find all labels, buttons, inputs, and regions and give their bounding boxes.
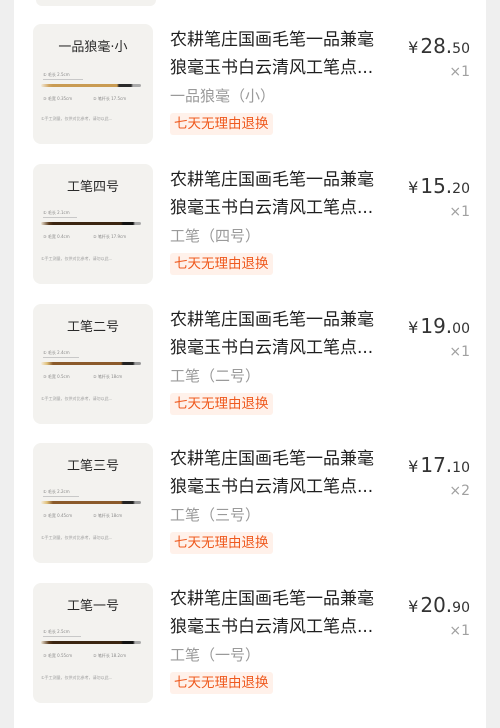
product-variant: 工笔（四号） bbox=[170, 227, 261, 245]
order-item[interactable]: 工笔一号 ① 毛长 2.5cm ③ 毛宽 0.55cm ② 笔杆长 18.2cm… bbox=[14, 583, 486, 703]
thumbnail-title: 工笔二号 bbox=[66, 320, 119, 335]
currency-symbol: ¥ bbox=[408, 597, 419, 616]
spec-label-shaft-length: ② 笔杆长 18cm bbox=[93, 513, 123, 518]
item-price: ¥20.90 bbox=[408, 593, 470, 617]
product-title-line: 狼毫玉书白云清风工笔点... bbox=[170, 58, 374, 78]
spec-label-width: ③ 毛宽 0.4cm bbox=[43, 234, 70, 239]
brush-image bbox=[41, 641, 141, 644]
spec-label-width: ③ 毛宽 0.45cm bbox=[43, 513, 73, 518]
return-policy-badge: 七天无理由退换 bbox=[170, 253, 273, 275]
thumbnail-note: ①手工测量，仅供对比参考，请勿以此... bbox=[41, 396, 113, 401]
spec-label-hair-length: ① 毛长 2.5cm bbox=[43, 629, 70, 634]
product-title[interactable]: 农耕笔庄国画毛笔一品兼毫 狼毫玉书白云清风工笔点... bbox=[170, 445, 394, 501]
product-title-line: 狼毫玉书白云清风工笔点... bbox=[170, 198, 374, 218]
brush-image bbox=[41, 84, 141, 87]
thumbnail-title: 工笔四号 bbox=[66, 180, 119, 195]
product-title[interactable]: 农耕笔庄国画毛笔一品兼毫 狼毫玉书白云清风工笔点... bbox=[170, 26, 394, 82]
item-quantity: ×1 bbox=[449, 64, 470, 80]
spec-label-hair-length: ① 毛长 2.5cm bbox=[43, 72, 70, 77]
spec-label-shaft-length: ② 笔杆长 17.5cm bbox=[93, 96, 127, 101]
return-policy-badge: 七天无理由退换 bbox=[170, 672, 273, 694]
product-thumbnail[interactable]: 一品狼毫·小 ① 毛长 2.5cm ③ 毛宽 0.35cm ② 笔杆长 17.5… bbox=[33, 24, 153, 144]
product-title-line: 狼毫玉书白云清风工笔点... bbox=[170, 477, 374, 497]
price-integer: 19. bbox=[420, 314, 453, 338]
item-price: ¥17.10 bbox=[408, 453, 470, 477]
spec-label-shaft-length: ② 笔杆长 18cm bbox=[93, 374, 123, 379]
product-title[interactable]: 农耕笔庄国画毛笔一品兼毫 狼毫玉书白云清风工笔点... bbox=[170, 306, 394, 362]
return-policy-badge: 七天无理由退换 bbox=[170, 393, 273, 415]
item-price: ¥19.00 bbox=[408, 314, 470, 338]
product-thumbnail[interactable]: 工笔三号 ① 毛长 2.2cm ③ 毛宽 0.45cm ② 笔杆长 18cm ①… bbox=[33, 443, 153, 563]
brush-image bbox=[41, 362, 141, 365]
spec-measure-line bbox=[43, 217, 77, 218]
price-decimal: 50 bbox=[452, 41, 470, 57]
spec-label-hair-length: ① 毛长 2.2cm bbox=[43, 489, 70, 494]
item-quantity: ×1 bbox=[449, 623, 470, 639]
product-thumbnail[interactable]: 工笔一号 ① 毛长 2.5cm ③ 毛宽 0.55cm ② 笔杆长 18.2cm… bbox=[33, 583, 153, 703]
currency-symbol: ¥ bbox=[408, 457, 419, 476]
product-title-line: 农耕笔庄国画毛笔一品兼毫 bbox=[170, 589, 374, 609]
currency-symbol: ¥ bbox=[408, 38, 419, 57]
spec-measure-line bbox=[43, 496, 79, 497]
product-title-line: 农耕笔庄国画毛笔一品兼毫 bbox=[170, 310, 374, 330]
product-title[interactable]: 农耕笔庄国画毛笔一品兼毫 狼毫玉书白云清风工笔点... bbox=[170, 166, 394, 222]
item-price: ¥28.50 bbox=[408, 34, 470, 58]
price-decimal: 00 bbox=[452, 321, 470, 337]
price-decimal: 90 bbox=[452, 600, 470, 616]
product-variant: 工笔（一号） bbox=[170, 646, 261, 664]
spec-label-width: ③ 毛宽 0.5cm bbox=[43, 374, 70, 379]
spec-label-width: ③ 毛宽 0.55cm bbox=[43, 653, 73, 658]
spec-label-width: ③ 毛宽 0.35cm bbox=[43, 96, 73, 101]
product-thumbnail[interactable]: 工笔二号 ① 毛长 2.4cm ③ 毛宽 0.5cm ② 笔杆长 18cm ①手… bbox=[33, 304, 153, 424]
spec-label-hair-length: ① 毛长 2.4cm bbox=[43, 350, 70, 355]
price-integer: 15. bbox=[420, 174, 453, 198]
product-title[interactable]: 农耕笔庄国画毛笔一品兼毫 狼毫玉书白云清风工笔点... bbox=[170, 585, 394, 641]
thumbnail-title: 一品狼毫·小 bbox=[58, 40, 128, 55]
spec-label-shaft-length: ② 笔杆长 17.9cm bbox=[93, 234, 127, 239]
brush-image bbox=[41, 222, 141, 225]
thumbnail-title: 工笔一号 bbox=[66, 599, 119, 614]
spec-label-hair-length: ① 毛长 2.1cm bbox=[43, 210, 70, 215]
currency-symbol: ¥ bbox=[408, 178, 419, 197]
price-decimal: 20 bbox=[452, 181, 470, 197]
order-item[interactable]: 工笔四号 ① 毛长 2.1cm ③ 毛宽 0.4cm ② 笔杆长 17.9cm … bbox=[14, 164, 486, 284]
price-integer: 28. bbox=[420, 34, 453, 58]
product-title-line: 农耕笔庄国画毛笔一品兼毫 bbox=[170, 449, 374, 469]
price-integer: 17. bbox=[420, 453, 453, 477]
spec-measure-line bbox=[43, 636, 81, 637]
order-item[interactable]: 一品狼毫·小 ① 毛长 2.5cm ③ 毛宽 0.35cm ② 笔杆长 17.5… bbox=[14, 24, 486, 144]
product-variant: 工笔（二号） bbox=[170, 367, 261, 385]
order-item[interactable]: 工笔三号 ① 毛长 2.2cm ③ 毛宽 0.45cm ② 笔杆长 18cm ①… bbox=[14, 443, 486, 563]
price-integer: 20. bbox=[420, 593, 453, 617]
price-decimal: 10 bbox=[452, 460, 470, 476]
order-items-card: 一品狼毫·小 ① 毛长 2.5cm ③ 毛宽 0.35cm ② 笔杆长 17.5… bbox=[14, 0, 486, 728]
thumbnail-note: ①手工测量，仅供对比参考，请勿以此... bbox=[41, 535, 113, 540]
brush-image bbox=[41, 501, 141, 504]
item-quantity: ×2 bbox=[449, 483, 470, 499]
thumbnail-title: 工笔三号 bbox=[66, 459, 119, 474]
item-price: ¥15.20 bbox=[408, 174, 470, 198]
order-item[interactable]: 工笔二号 ① 毛长 2.4cm ③ 毛宽 0.5cm ② 笔杆长 18cm ①手… bbox=[14, 304, 486, 424]
previous-item-thumbnail-edge bbox=[36, 0, 156, 6]
product-title-line: 农耕笔庄国画毛笔一品兼毫 bbox=[170, 30, 374, 50]
thumbnail-note: ①手工测量，仅供对比参考，请勿以此... bbox=[41, 116, 113, 121]
spec-measure-line bbox=[43, 357, 79, 358]
thumbnail-note: ①手工测量，仅供对比参考，请勿以此... bbox=[41, 256, 113, 261]
product-title-line: 农耕笔庄国画毛笔一品兼毫 bbox=[170, 170, 374, 190]
thumbnail-note: ①手工测量，仅供对比参考，请勿以此... bbox=[41, 675, 113, 680]
return-policy-badge: 七天无理由退换 bbox=[170, 532, 273, 554]
product-title-line: 狼毫玉书白云清风工笔点... bbox=[170, 338, 374, 358]
return-policy-badge: 七天无理由退换 bbox=[170, 113, 273, 135]
product-thumbnail[interactable]: 工笔四号 ① 毛长 2.1cm ③ 毛宽 0.4cm ② 笔杆长 17.9cm … bbox=[33, 164, 153, 284]
product-variant: 工笔（三号） bbox=[170, 506, 261, 524]
item-quantity: ×1 bbox=[449, 204, 470, 220]
spec-measure-line bbox=[43, 79, 83, 80]
currency-symbol: ¥ bbox=[408, 318, 419, 337]
product-title-line: 狼毫玉书白云清风工笔点... bbox=[170, 617, 374, 637]
spec-label-shaft-length: ② 笔杆长 18.2cm bbox=[93, 653, 127, 658]
product-variant: 一品狼毫（小） bbox=[170, 87, 276, 105]
item-quantity: ×1 bbox=[449, 344, 470, 360]
